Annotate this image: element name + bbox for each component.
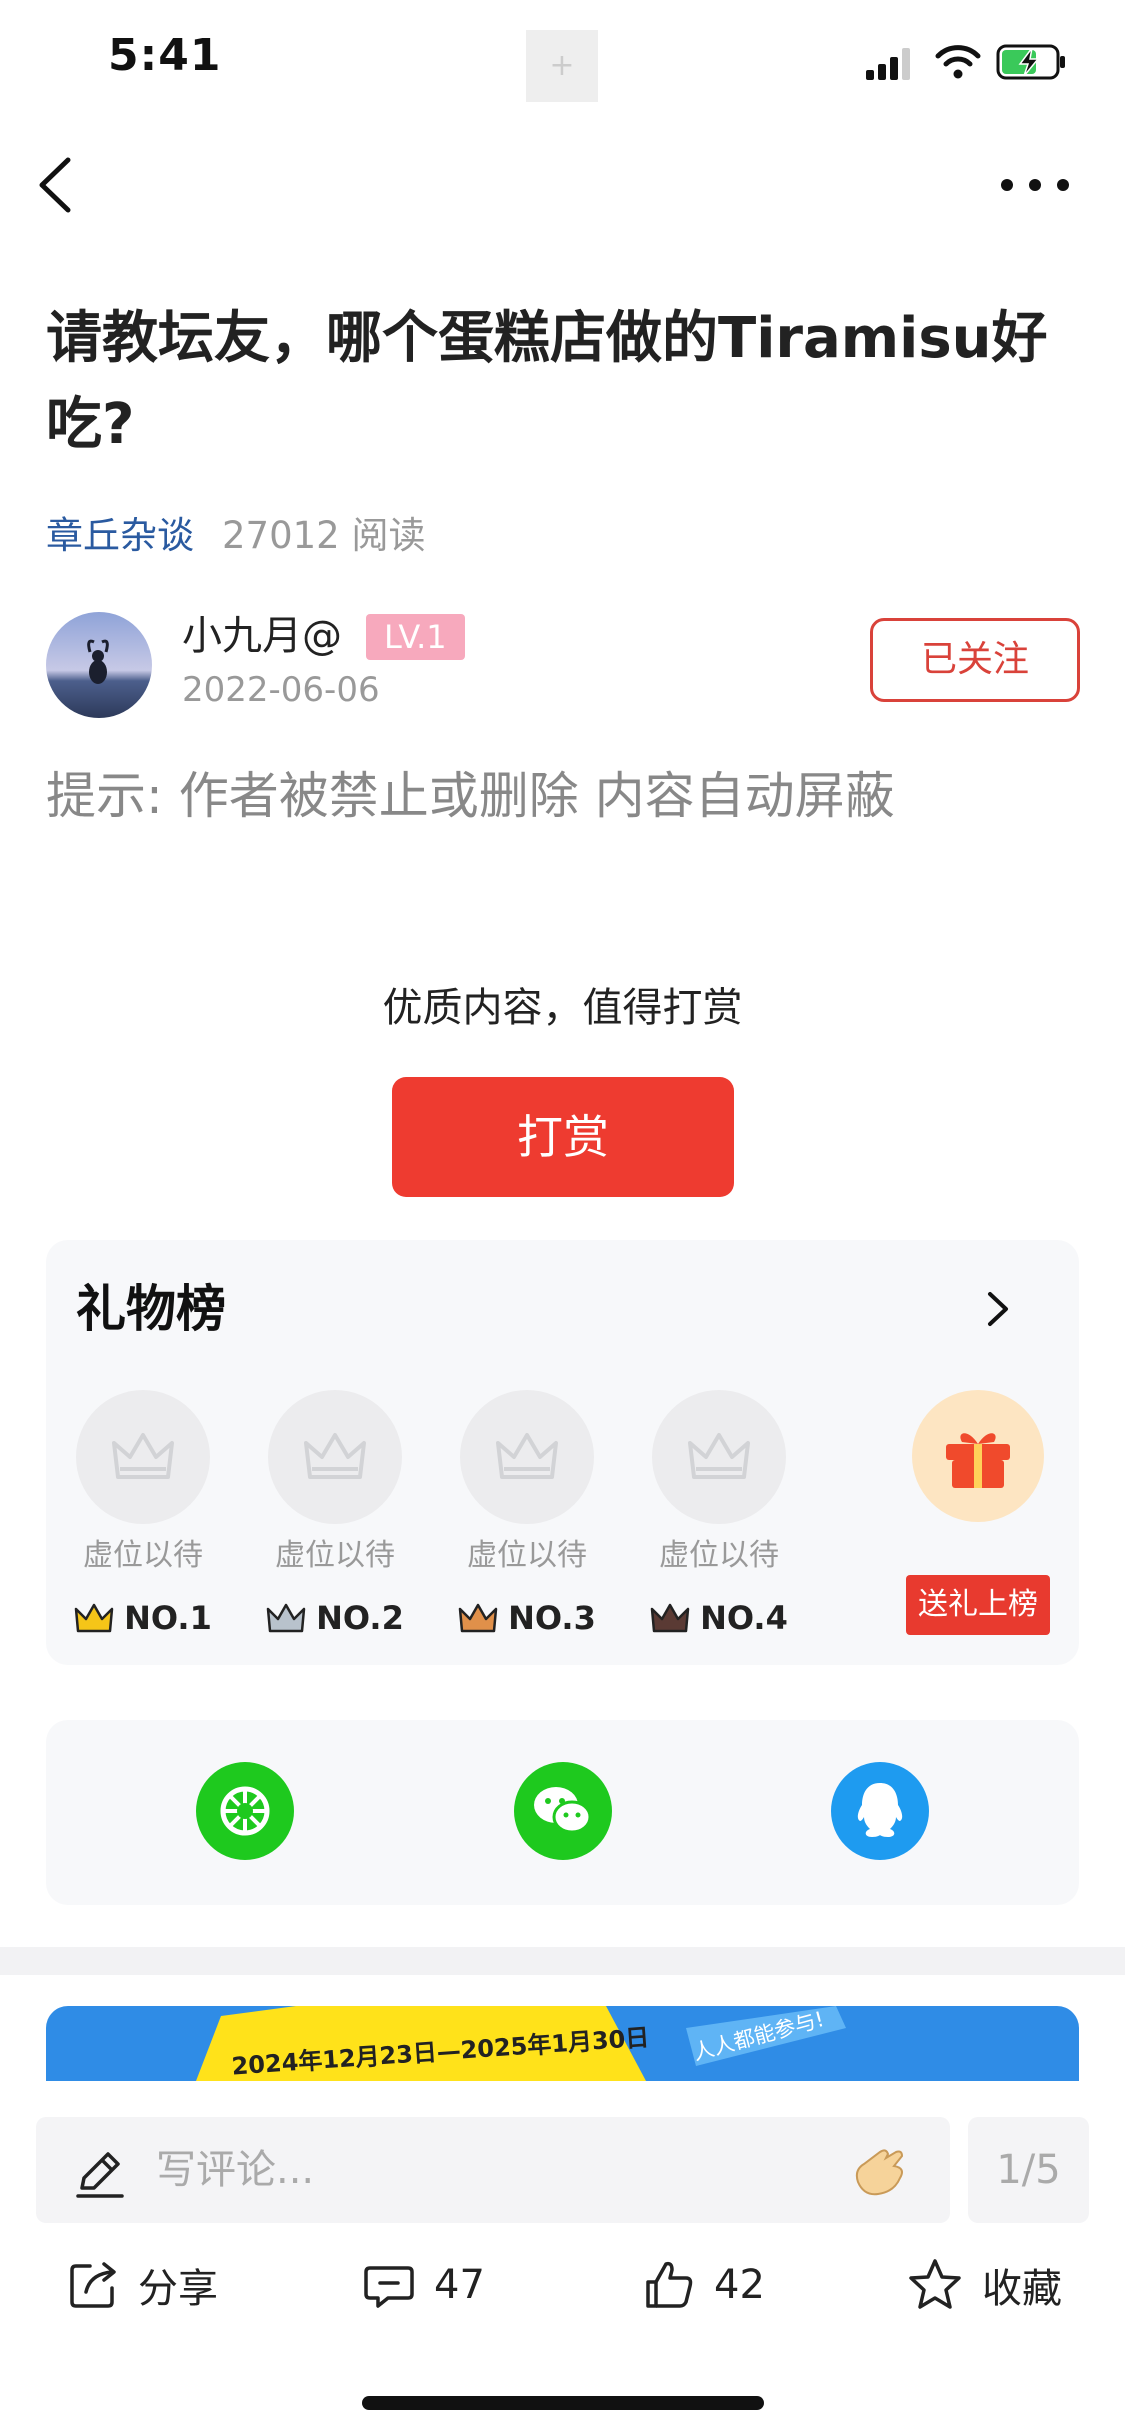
post-meta: 章丘杂谈 27012 阅读 (46, 508, 425, 564)
gift-slot-avatar (652, 1390, 786, 1524)
author-name[interactable]: 小九月@ (182, 608, 342, 664)
follow-button[interactable]: 已关注 (870, 618, 1080, 702)
level-badge: LV.1 (366, 614, 465, 660)
qq-icon (857, 1783, 903, 1837)
gift-board-more-button[interactable] (976, 1284, 1020, 1334)
gift-slot-4[interactable] (652, 1390, 786, 1524)
gift-slot-2[interactable] (268, 1390, 402, 1524)
gift-slot-rank-text: NO.4 (700, 1599, 788, 1637)
signal-icon (866, 48, 910, 80)
gift-slot-1[interactable] (76, 1390, 210, 1524)
gift-slot-label: 虚位以待 (659, 1538, 779, 1573)
pen-icon (72, 2146, 128, 2202)
gift-slot-avatar (268, 1390, 402, 1524)
comment-icon (364, 2266, 414, 2308)
crown-placeholder-icon (112, 1433, 174, 1479)
crown-placeholder-icon (688, 1433, 750, 1479)
wechat-icon (534, 1787, 592, 1834)
rank-crown-icon (74, 1603, 114, 1633)
post-date: 2022-06-06 (182, 670, 380, 710)
home-indicator (362, 2396, 764, 2410)
section-divider (0, 1947, 1125, 1975)
reward-button[interactable]: 打赏 (392, 1077, 734, 1197)
status-icons (862, 40, 1072, 84)
comment-button[interactable]: 47 (362, 2255, 485, 2315)
gift-slot-label: 虚位以待 (275, 1538, 395, 1573)
gift-slot-label: 虚位以待 (467, 1538, 587, 1573)
promo-banner[interactable]: 2024年12月23日—2025年1月30日 人人都能参与! (46, 2006, 1079, 2081)
gift-slot-rank-text: NO.1 (124, 1599, 212, 1637)
favorite-button[interactable]: 收藏 (906, 2255, 1062, 2315)
gift-button[interactable] (912, 1390, 1044, 1522)
thumbs-up-icon (646, 2261, 693, 2308)
content-hint: 提示: 作者被禁止或删除 内容自动屏蔽 (46, 767, 895, 825)
like-button[interactable]: 42 (642, 2255, 765, 2315)
gift-icon (946, 1433, 1010, 1488)
gift-board-title: 礼物榜 (76, 1280, 226, 1338)
gift-slot-label: 虚位以待 (83, 1538, 203, 1573)
chevron-right-icon (988, 1292, 1008, 1326)
send-gift-button[interactable]: 送礼上榜 (906, 1575, 1050, 1635)
page-indicator[interactable]: 1/5 (968, 2117, 1089, 2223)
chevron-left-icon (39, 157, 71, 213)
read-count: 27012 阅读 (222, 514, 426, 557)
comment-placeholder: 写评论... (156, 2147, 315, 2193)
status-time: 5:41 (108, 30, 222, 81)
gift-slot-rank: NO.1 (48, 1592, 238, 1644)
share-qq-button[interactable] (831, 1762, 929, 1860)
gift-slot-avatar (76, 1390, 210, 1524)
rank-crown-icon (266, 1603, 306, 1633)
status-center-box: + (526, 30, 598, 102)
share-label: 分享 (138, 2266, 218, 2312)
back-button[interactable] (30, 150, 90, 220)
favorite-label: 收藏 (982, 2266, 1062, 2312)
share-moments-button[interactable] (196, 1762, 294, 1860)
gift-slot-rank: NO.4 (624, 1592, 814, 1644)
share-wechat-button[interactable] (514, 1762, 612, 1860)
comment-count: 47 (434, 2262, 485, 2308)
moments-icon (220, 1786, 270, 1836)
crown-placeholder-icon (496, 1433, 558, 1479)
clap-emoji-icon[interactable] (850, 2142, 910, 2216)
share-button[interactable]: 分享 (66, 2255, 218, 2315)
post-title: 请教坛友，哪个蛋糕店做的Tiramisu好吃? (46, 306, 1048, 457)
gift-slot-avatar (460, 1390, 594, 1524)
reward-prompt: 优质内容，值得打赏 (382, 985, 743, 1031)
more-button[interactable] (995, 165, 1075, 205)
gift-slot-rank-text: NO.3 (508, 1599, 596, 1637)
wifi-icon (935, 45, 981, 79)
forum-link[interactable]: 章丘杂谈 (46, 514, 194, 557)
gift-slot-3[interactable] (460, 1390, 594, 1524)
more-dots-icon (1001, 179, 1069, 191)
battery-icon (996, 44, 1065, 80)
gift-slot-rank: NO.2 (240, 1592, 430, 1644)
gift-slot-rank: NO.3 (432, 1592, 622, 1644)
rank-crown-icon (650, 1603, 690, 1633)
rank-crown-icon (458, 1603, 498, 1633)
share-icon (70, 2262, 116, 2308)
crown-placeholder-icon (304, 1433, 366, 1479)
gift-slot-rank-text: NO.2 (316, 1599, 404, 1637)
like-count: 42 (714, 2262, 765, 2308)
avatar[interactable] (46, 612, 152, 718)
star-icon (909, 2259, 961, 2309)
